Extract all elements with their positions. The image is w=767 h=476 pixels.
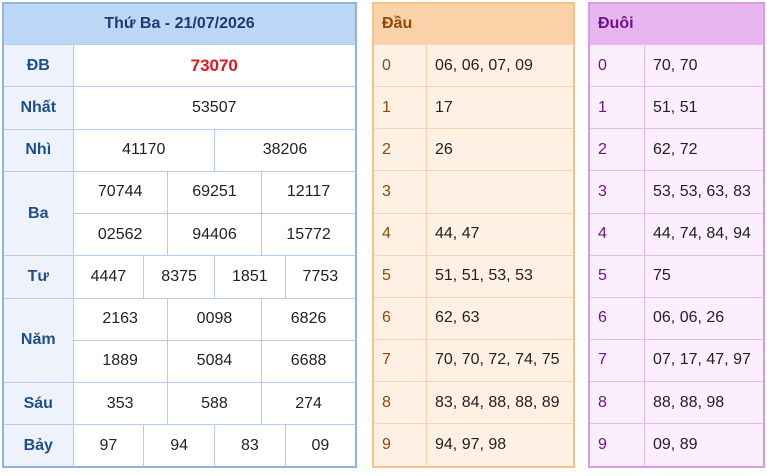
prize-bay-value: 83 — [213, 424, 286, 468]
dau-key: 7 — [372, 338, 427, 383]
duoi-values: 06, 06, 26 — [644, 296, 765, 340]
prize-ba-value: 69251 — [166, 170, 263, 215]
prize-bay-value: 94 — [143, 424, 215, 468]
dau-key: 9 — [372, 423, 427, 468]
duoi-values: 75 — [644, 254, 765, 298]
prize-tu-value: 8375 — [143, 255, 215, 299]
duoi-values: 88, 88, 98 — [644, 380, 765, 425]
prize-nam-value: 5084 — [166, 339, 263, 383]
dau-values: 17 — [426, 86, 575, 130]
duoi-values: 70, 70 — [644, 43, 765, 88]
prize-nam-value: 6826 — [261, 297, 357, 341]
prize-nhi-value: 38206 — [213, 128, 357, 172]
dau-key: 8 — [372, 380, 427, 425]
prize-sau-value: 588 — [166, 381, 263, 426]
prize-label-db: ĐB — [2, 44, 74, 88]
prize-tu-value: 7753 — [284, 255, 357, 299]
prize-sau-value: 274 — [261, 381, 357, 426]
duoi-values: 51, 51 — [644, 86, 765, 130]
duoi-key: 8 — [588, 380, 645, 425]
dau-key: 2 — [372, 128, 427, 172]
dau-header: Đầu — [372, 2, 427, 45]
prize-label-sau: Sáu — [2, 381, 74, 426]
dau-key: 6 — [372, 296, 427, 340]
duoi-key: 0 — [588, 43, 645, 88]
dau-values: 51, 51, 53, 53 — [426, 254, 575, 298]
prize-ba-value: 70744 — [72, 170, 168, 215]
duoi-values: 62, 72 — [644, 128, 765, 172]
duoi-key: 1 — [588, 86, 645, 130]
prize-label-nam: Năm — [2, 297, 74, 383]
duoi-values: 09, 89 — [644, 423, 765, 468]
duoi-table: Đuôi 0 70, 70 1 51, 51 2 62, 72 3 53, 53, 63… — [588, 2, 765, 468]
dau-values: 44, 47 — [426, 212, 575, 256]
dau-values: 94, 97, 98 — [426, 423, 575, 468]
prize-nam-value: 1889 — [72, 339, 168, 383]
prize-ba-value: 94406 — [166, 213, 263, 257]
dau-values — [426, 170, 575, 214]
prize-label-bay: Bảy — [2, 424, 74, 468]
duoi-header: Đuôi — [588, 2, 645, 45]
dau-values: 83, 84, 88, 88, 89 — [426, 380, 575, 425]
dau-key: 0 — [372, 43, 427, 88]
duoi-key: 7 — [588, 338, 645, 383]
prize-db-value: 73070 — [72, 44, 357, 88]
duoi-key: 2 — [588, 128, 645, 172]
duoi-header-blank — [644, 2, 765, 45]
prize-label-tu: Tư — [2, 255, 74, 299]
prize-tu-value: 4447 — [72, 255, 145, 299]
dau-table: Đầu 0 06, 06, 07, 09 1 17 2 26 3 4 44, 47 55… — [372, 2, 575, 468]
prize-bay-value: 09 — [284, 424, 357, 468]
prize-label-ba: Ba — [2, 170, 74, 257]
prize-ba-value: 15772 — [261, 213, 357, 257]
duoi-key: 5 — [588, 254, 645, 298]
duoi-values: 44, 74, 84, 94 — [644, 212, 765, 256]
prize-ba-value: 12117 — [261, 170, 357, 215]
duoi-values: 07, 17, 47, 97 — [644, 338, 765, 383]
dau-header-blank — [426, 2, 575, 45]
results-title: Thứ Ba - 21/07/2026 — [2, 2, 357, 46]
dau-key: 4 — [372, 212, 427, 256]
prize-nhi-value: 41170 — [72, 128, 215, 172]
duoi-values: 53, 53, 63, 83 — [644, 170, 765, 214]
prize-label-nhat: Nhất — [2, 86, 74, 130]
prize-bay-value: 97 — [72, 424, 145, 468]
prize-ba-value: 02562 — [72, 213, 168, 257]
prize-tu-value: 1851 — [213, 255, 286, 299]
duoi-key: 9 — [588, 423, 645, 468]
duoi-key: 6 — [588, 296, 645, 340]
dau-key: 1 — [372, 86, 427, 130]
results-table: Thứ Ba - 21/07/2026 ĐB 73070 Nhất 53507 … — [2, 2, 357, 468]
prize-label-nhi: Nhì — [2, 128, 74, 172]
duoi-key: 4 — [588, 212, 645, 256]
dau-values: 70, 70, 72, 74, 75 — [426, 338, 575, 383]
prize-nhat-value: 53507 — [72, 86, 357, 130]
dau-key: 3 — [372, 170, 427, 214]
dau-key: 5 — [372, 254, 427, 298]
prize-nam-value: 6688 — [261, 339, 357, 383]
dau-values: 62, 63 — [426, 296, 575, 340]
prize-nam-value: 2163 — [72, 297, 168, 341]
duoi-key: 3 — [588, 170, 645, 214]
dau-values: 06, 06, 07, 09 — [426, 43, 575, 88]
prize-sau-value: 353 — [72, 381, 168, 426]
prize-nam-value: 0098 — [166, 297, 263, 341]
dau-values: 26 — [426, 128, 575, 172]
